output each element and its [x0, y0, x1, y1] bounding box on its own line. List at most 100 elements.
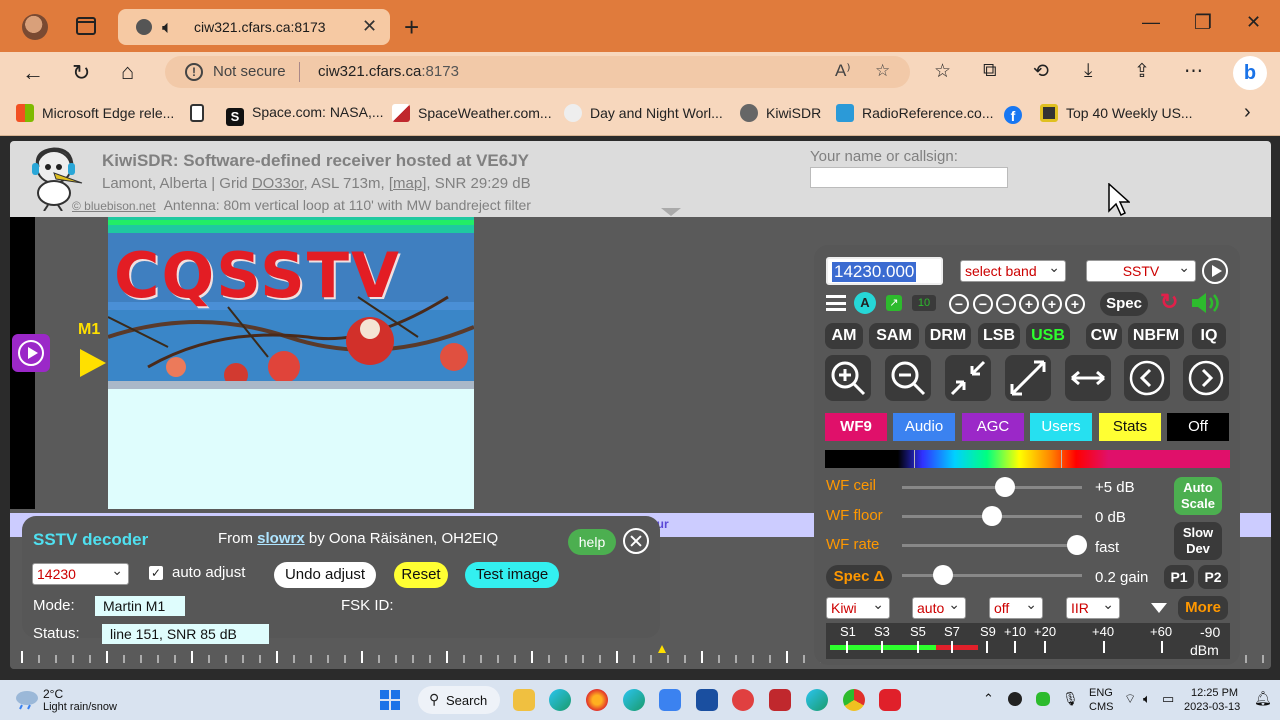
app-red-icon[interactable] [732, 689, 754, 711]
zoom-in-icon[interactable]: + [1042, 294, 1062, 314]
mode-usb[interactable]: USB [1026, 323, 1070, 349]
battery-icon[interactable]: ▭ [1162, 691, 1174, 707]
address-field[interactable]: ! Not secure ciw321.cfars.ca:8173 A⁾ ☆ [165, 56, 910, 88]
p1-button[interactable]: P1 [1164, 565, 1194, 589]
home-icon[interactable]: ⌂ [121, 59, 134, 85]
step-10-button[interactable]: 10 [912, 295, 936, 311]
bookmark-top40[interactable]: Top 40 Weekly US... [1040, 104, 1193, 122]
p2-button[interactable]: P2 [1198, 565, 1228, 589]
bookmark-facebook[interactable]: f [1004, 104, 1030, 124]
menu-icon[interactable] [826, 295, 846, 311]
close-tab-icon[interactable]: ✕ [362, 16, 377, 37]
keyboard-indicator[interactable]: CMS [1089, 701, 1113, 713]
youtube-icon[interactable] [879, 689, 901, 711]
tab-audio[interactable]: Audio [893, 413, 955, 441]
collapse-arrow-icon[interactable] [660, 207, 682, 217]
profile-avatar[interactable] [22, 14, 48, 40]
speaker-icon[interactable]: 🔈︎ [162, 17, 173, 38]
slider-thumb[interactable] [982, 506, 1002, 526]
tab-users[interactable]: Users [1030, 413, 1092, 441]
mode-select[interactable]: SSTV [1086, 259, 1196, 282]
tray-overflow-icon[interactable]: ⌃ [983, 691, 994, 707]
tray-security-icon[interactable] [1036, 692, 1050, 706]
mode-cw[interactable]: CW [1086, 323, 1122, 349]
bookmark-edge[interactable]: Microsoft Edge rele... [16, 104, 174, 122]
mode-nbfm[interactable]: NBFM [1128, 323, 1184, 349]
warning-icon[interactable]: ! [185, 63, 203, 81]
wf-rate-slider[interactable] [902, 535, 1087, 555]
reset-button[interactable]: Reset [394, 562, 448, 588]
zoom-band-button[interactable] [945, 355, 991, 401]
tab-off[interactable]: Off [1167, 413, 1229, 441]
wifi-icon[interactable]: ⌔ [1124, 691, 1136, 707]
bookmark-page[interactable] [190, 104, 212, 122]
zoom-full-button[interactable] [1005, 355, 1051, 401]
language-indicator[interactable]: ENG [1089, 687, 1113, 699]
auto-a-button[interactable]: A [854, 292, 876, 314]
wf-floor-slider[interactable] [902, 506, 1082, 526]
expand-down-icon[interactable] [1151, 603, 1167, 613]
collections-icon[interactable]: ⧉ [983, 60, 997, 82]
spec-delta-button[interactable]: Spec Δ [826, 565, 892, 589]
tab-wf9[interactable]: WF9 [825, 413, 887, 441]
more-button[interactable]: More [1178, 596, 1228, 620]
credit-link[interactable]: © bluebison.net [72, 199, 156, 213]
tuning-marker-icon[interactable] [658, 645, 666, 653]
close-icon[interactable] [623, 528, 649, 554]
page-left-button[interactable] [1124, 355, 1170, 401]
play-icon[interactable] [1202, 258, 1228, 284]
bookmark-radioreference[interactable]: RadioReference.co... [836, 104, 994, 122]
sstv-frequency-select[interactable]: 14230 [32, 562, 129, 585]
frequency-input[interactable]: 14230.000 [826, 257, 943, 285]
help-button[interactable]: help [568, 529, 616, 555]
mode-lsb[interactable]: LSB [978, 323, 1020, 349]
bookmark-kiwisdr[interactable]: KiwiSDR [740, 104, 821, 122]
back-icon[interactable]: ← [22, 60, 44, 86]
gain-slider[interactable] [902, 565, 1082, 585]
browser-tab[interactable]: 🔈︎ ciw321.cfars.ca:8173 ✕ [118, 9, 390, 45]
callsign-input[interactable] [810, 167, 1008, 188]
tab-agc[interactable]: AGC [962, 413, 1024, 441]
iir-select[interactable]: IIR [1066, 596, 1120, 619]
edge-beta-icon[interactable] [806, 689, 828, 711]
zoom-out-icon[interactable]: − [973, 294, 993, 314]
windows-start-icon[interactable] [380, 690, 400, 710]
spec-button[interactable]: Spec [1100, 292, 1148, 316]
bing-icon[interactable]: b [1233, 56, 1267, 90]
slider-thumb[interactable] [994, 477, 1015, 497]
firefox-icon[interactable] [586, 689, 608, 711]
settings-more-icon[interactable]: ⋯ [1184, 60, 1203, 83]
app-icon[interactable] [696, 689, 718, 711]
tab-actions-icon[interactable] [76, 17, 96, 35]
refresh-icon[interactable]: ↻ [72, 60, 90, 86]
new-tab-icon[interactable]: + [404, 12, 419, 43]
downloads-icon[interactable]: ⤓ [1084, 60, 1092, 82]
side-play-button[interactable] [12, 334, 50, 372]
auto-select[interactable]: auto [912, 596, 966, 619]
grid-link[interactable]: DO33or [252, 175, 304, 192]
map-link[interactable]: map [393, 175, 422, 192]
clock-date[interactable]: 2023-03-13 [1184, 701, 1240, 713]
taskbar-search-box[interactable]: ⚲ Search [418, 686, 500, 714]
page-right-button[interactable] [1183, 355, 1229, 401]
zoom-out-small-icon[interactable]: − [996, 294, 1016, 314]
bookmark-spaceweather[interactable]: SpaceWeather.com... [392, 104, 552, 122]
zoom-out-button[interactable] [885, 355, 931, 401]
mode-sam[interactable]: SAM [869, 323, 919, 349]
slowrx-link[interactable]: slowrx [257, 530, 305, 547]
slider-thumb[interactable] [1066, 535, 1087, 555]
wf-ceil-slider[interactable] [902, 477, 1082, 497]
add-favorite-icon[interactable]: ☆ [875, 61, 890, 81]
undo-adjust-button[interactable]: Undo adjust [274, 562, 376, 588]
share-icon[interactable]: ⇪ [1134, 60, 1150, 83]
weather-rain-snow-icon[interactable] [14, 688, 40, 710]
off-select[interactable]: off [989, 596, 1043, 619]
chrome-icon[interactable] [843, 689, 865, 711]
mode-am[interactable]: AM [825, 323, 863, 349]
file-explorer-icon[interactable] [513, 689, 535, 711]
test-image-button[interactable]: Test image [465, 562, 559, 588]
microphone-icon[interactable]: 🎙︎ [1062, 691, 1079, 707]
edge-canary-icon[interactable] [623, 689, 645, 711]
slider-thumb[interactable] [933, 565, 954, 585]
minimize-icon[interactable]: — [1142, 12, 1160, 33]
